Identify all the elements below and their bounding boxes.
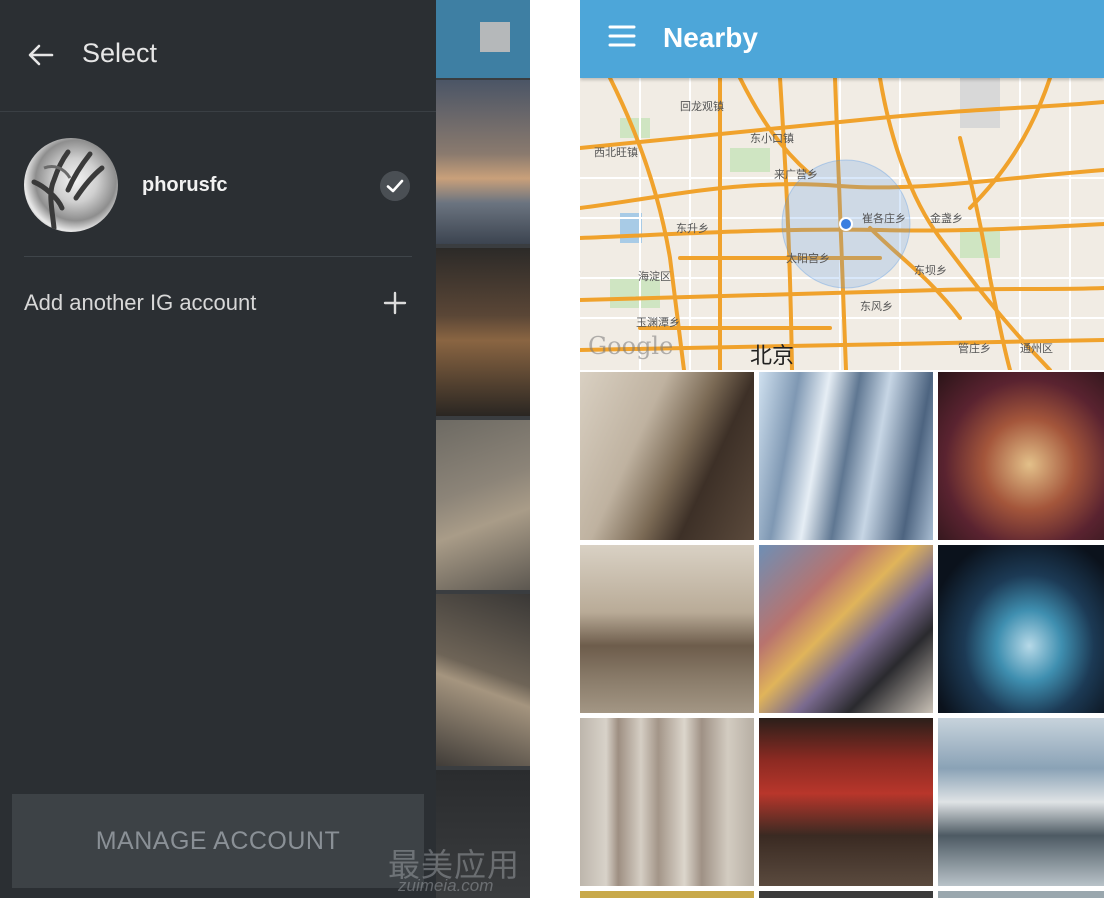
photo-tile[interactable] — [580, 372, 754, 540]
add-account-row[interactable]: Add another IG account — [0, 280, 436, 328]
background-app-icon — [480, 22, 510, 52]
map-label: 通州区 — [1020, 342, 1053, 355]
plus-icon[interactable] — [382, 290, 408, 316]
map-label: 回龙观镇 — [680, 100, 724, 113]
background-photo-thumb — [436, 248, 530, 416]
map-brand-logo: Google — [588, 332, 674, 360]
avatar — [24, 138, 118, 232]
drawer-title: Select — [82, 38, 158, 68]
page-title: Nearby — [663, 22, 758, 53]
background-photo-thumb — [436, 80, 530, 244]
hamburger-menu-icon[interactable] — [608, 24, 636, 48]
account-username: phorusfc — [142, 174, 228, 196]
map-label: 东风乡 — [860, 300, 893, 313]
photo-tile[interactable] — [938, 891, 1104, 898]
map-label: 太阳宫乡 — [786, 252, 830, 265]
map-label: 海淀区 — [638, 270, 671, 283]
photo-grid — [580, 372, 1104, 898]
map-label: 管庄乡 — [958, 342, 991, 355]
background-app-peek[interactable] — [436, 0, 530, 898]
avatar-hand-icon — [31, 149, 105, 231]
photo-tile[interactable] — [580, 718, 754, 886]
photo-tile[interactable] — [938, 545, 1104, 713]
background-app-bar — [436, 0, 530, 78]
map-label: 崔各庄乡 — [862, 212, 906, 225]
location-dot-icon — [839, 217, 853, 231]
photo-tile[interactable] — [759, 891, 933, 898]
right-screen: Nearby 回龙观镇 东小口镇 西北旺镇 来广营乡 东升乡 崔各庄乡 金盏乡 … — [580, 0, 1104, 898]
photo-tile[interactable] — [938, 718, 1104, 886]
back-arrow-icon[interactable] — [26, 40, 56, 70]
map-label: 西北旺镇 — [594, 146, 638, 159]
watermark-logo-en: zuimeia.com — [398, 876, 494, 895]
account-drawer: Select phorusfc Add another IG account M… — [0, 0, 436, 898]
watermark: 最美应用 zuimeia.com — [388, 840, 528, 896]
add-account-label: Add another IG account — [24, 290, 257, 315]
account-row[interactable]: phorusfc — [0, 134, 436, 234]
map-label: 东升乡 — [676, 222, 709, 235]
nearby-map[interactable]: 回龙观镇 东小口镇 西北旺镇 来广营乡 东升乡 崔各庄乡 金盏乡 太阳宫乡 海淀… — [580, 78, 1104, 370]
check-icon[interactable] — [380, 171, 410, 201]
photo-tile[interactable] — [580, 545, 754, 713]
drawer-header: Select — [0, 0, 436, 112]
photo-tile[interactable] — [580, 891, 754, 898]
divider — [24, 256, 412, 257]
map-label: 东小口镇 — [750, 132, 794, 145]
map-label: 来广营乡 — [774, 168, 818, 181]
left-screen: Select phorusfc Add another IG account M… — [0, 0, 530, 898]
photo-tile[interactable] — [759, 372, 933, 540]
photo-tile[interactable] — [759, 718, 933, 886]
map-label: 东坝乡 — [914, 264, 947, 277]
map-label: 金盏乡 — [930, 212, 963, 225]
photo-tile[interactable] — [938, 372, 1104, 540]
map-city-label: 北京 — [750, 344, 795, 369]
photo-tile[interactable] — [759, 545, 933, 713]
map-label: 玉渊潭乡 — [636, 316, 680, 329]
manage-account-button[interactable]: MANAGE ACCOUNT — [12, 794, 424, 888]
background-photo-thumb — [436, 594, 530, 766]
app-bar: Nearby — [580, 0, 1104, 78]
background-photo-thumb — [436, 420, 530, 590]
